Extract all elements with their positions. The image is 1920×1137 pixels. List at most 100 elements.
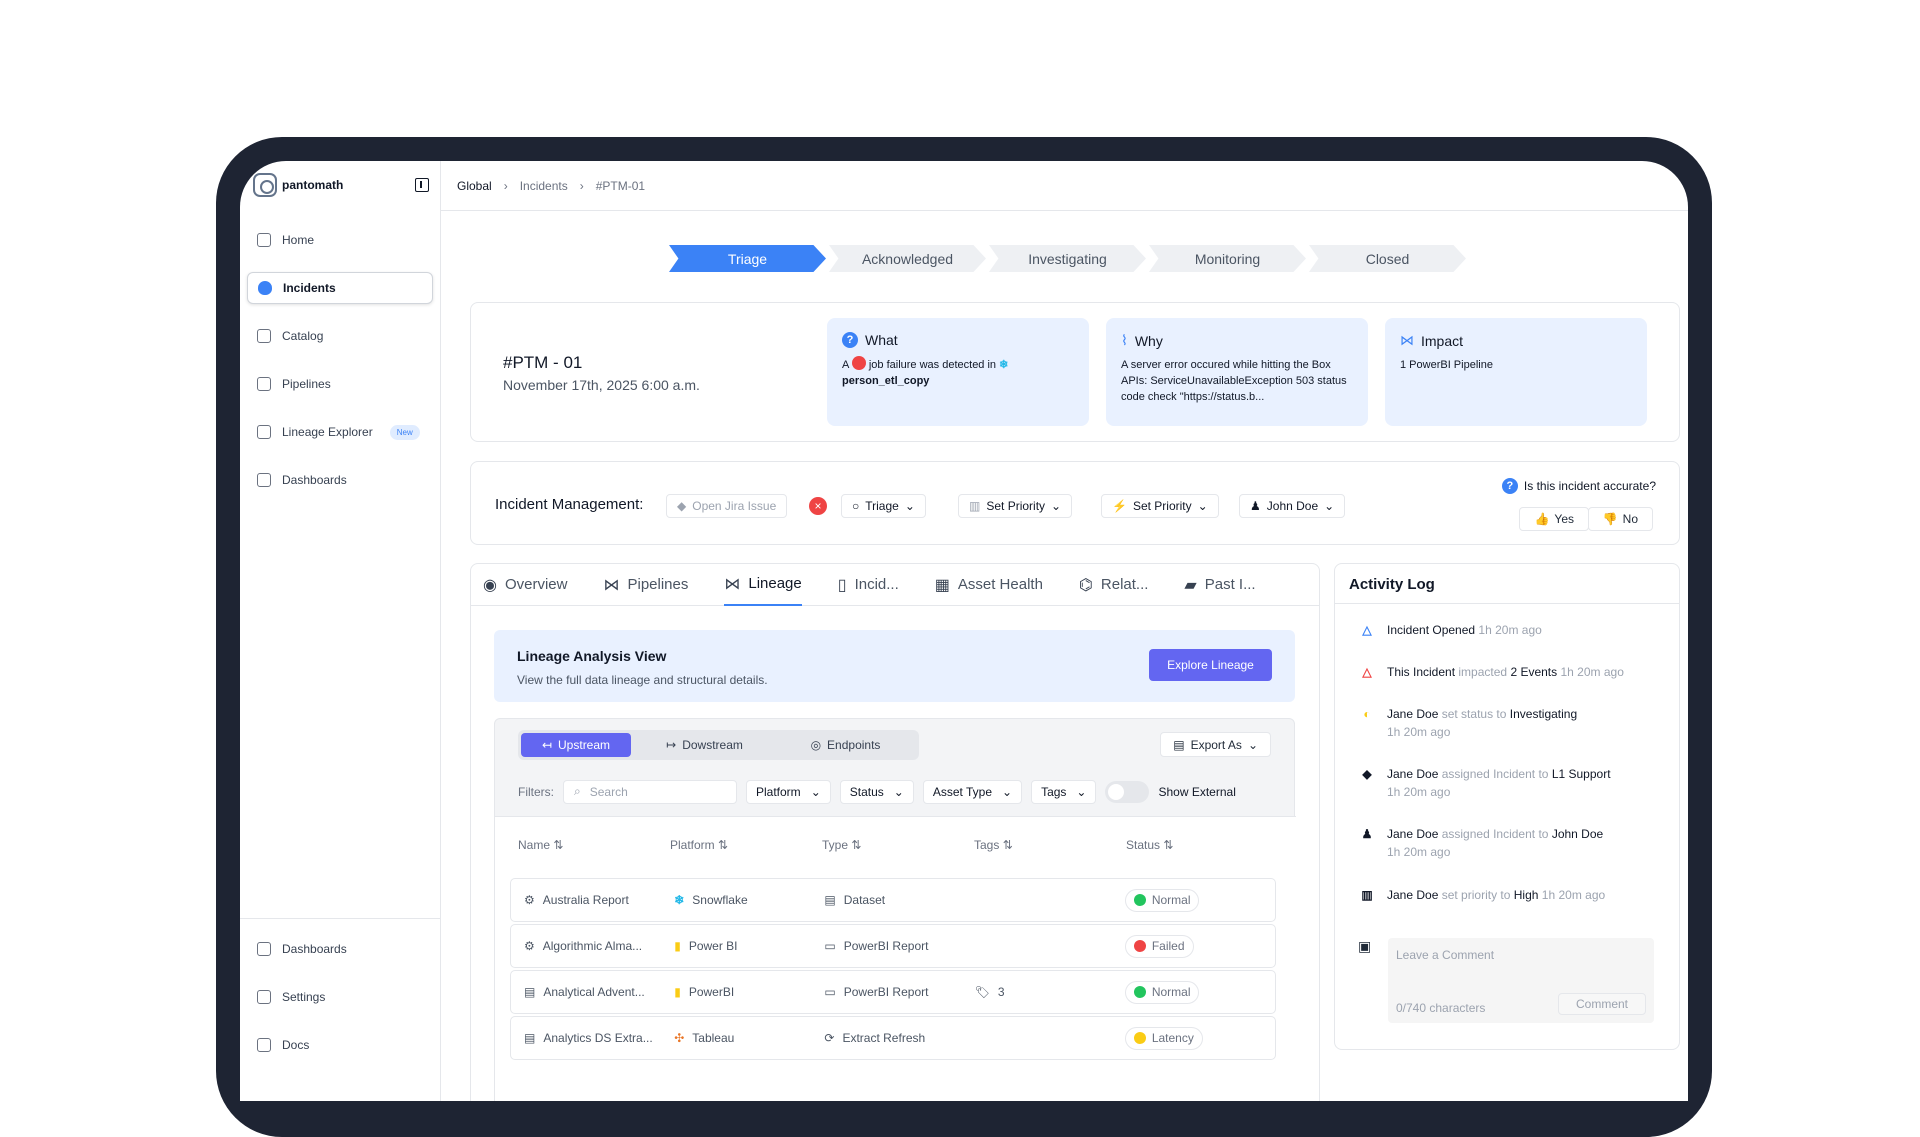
priority-dropdown[interactable]: ▥ Set Priority ⌄ [958,494,1073,518]
segment-label: Upstream [558,738,611,752]
sidebar-item-dashboards-secondary[interactable]: Dashboards [247,933,434,965]
collapse-sidebar-icon[interactable] [415,178,429,192]
sidebar-item-pipelines[interactable]: Pipelines [247,368,433,400]
explore-lineage-button[interactable]: Explore Lineage [1149,649,1272,681]
impact-title: Impact [1421,332,1464,349]
sidebar-item-settings[interactable]: Settings [247,981,434,1013]
table-row[interactable]: ▤ Analytical Advent... ▮ PowerBI ▭ PowerBI … [510,970,1276,1014]
platform-cell: ▮ Power BI [674,939,824,953]
column-label: Status [1126,838,1161,852]
share-icon: ⋈ [1400,332,1414,348]
sort-icon: ⇅ [553,838,564,852]
tab-asset-health[interactable]: ▦ Asset Health [935,564,1043,606]
comment-button[interactable]: Comment [1558,993,1646,1015]
status-filter[interactable]: Status ⌄ [839,779,914,804]
sidebar-item-lineage-explorer[interactable]: Lineage Explorer New [247,416,433,448]
sidebar-item-catalog[interactable]: Catalog [247,320,433,352]
activity-item: △ This Incident impacted 2 Events 1h 20m … [1358,663,1658,681]
activity-action: assigned Incident to [1441,827,1549,841]
tab-label: Pipelines [627,576,689,593]
stage-investigating[interactable]: Investigating [989,245,1146,272]
type-cell: ▤ Dataset [824,893,974,907]
column-label: Tags [974,838,1000,852]
breadcrumb-incidents[interactable]: Incidents [520,179,568,193]
chevron-down-icon: ⌄ [904,499,915,513]
stage-monitoring[interactable]: Monitoring [1149,245,1306,272]
activity-time: 1h 20m ago [1541,888,1606,902]
show-external-label: Show External [1158,784,1236,799]
tab-incidents[interactable]: ▯ Incid... [838,564,899,606]
sidebar-item-label: Settings [282,990,326,1004]
status-cell: Normal [1124,888,1275,912]
accurate-yes-button[interactable]: 👍 Yes [1519,507,1589,531]
database-icon: ▤ [824,893,836,907]
breadcrumb-global[interactable]: Global [457,179,492,193]
chevron-down-icon: ⌄ [1247,737,1258,752]
name-cell: ⚙ Algorithmic Alma... [524,939,674,953]
document-icon [257,1038,271,1052]
tab-label: Incid... [854,576,899,593]
column-status[interactable]: Status ⇅ [1126,838,1278,852]
asset-name: Algorithmic Alma... [542,939,643,953]
sort-icon: ⇅ [1163,838,1174,852]
clear-jira-icon[interactable]: × [809,497,827,515]
asset-type-filter[interactable]: Asset Type ⌄ [922,779,1023,804]
filter-label: Asset Type [932,784,992,799]
sidebar-item-label: Docs [282,1038,310,1052]
segment-label: Endpoints [827,738,881,752]
asset-type: PowerBI Report [843,939,929,953]
sidebar-item-home[interactable]: Home [247,224,433,256]
arrow-right-icon: ↦ [666,738,677,752]
tags-filter[interactable]: Tags ⌄ [1031,779,1097,804]
status-label: Normal [1151,893,1191,907]
search-input[interactable]: ⌕ Search [563,779,737,804]
urgency-dropdown[interactable]: ⚡ Set Priority ⌄ [1101,494,1219,518]
activity-log: Activity Log △ Incident Opened 1h 20m ago… [1334,563,1680,1050]
what-asset[interactable]: person_etl_copy [842,375,929,387]
activity-target: 2 Events [1510,665,1558,679]
platform-filter[interactable]: Platform ⌄ [746,779,831,804]
sidebar-bottom-nav: Dashboards Settings Docs [240,918,441,1091]
column-type[interactable]: Type ⇅ [822,838,974,852]
column-name[interactable]: Name ⇅ [518,838,670,852]
accuracy-question: ? Is this incident accurate? [1501,478,1656,494]
sidebar-item-dashboards[interactable]: Dashboards [247,464,433,496]
column-tags[interactable]: Tags ⇅ [974,838,1126,852]
column-platform[interactable]: Platform ⇅ [670,838,822,852]
stage-triage[interactable]: Triage [669,245,826,272]
sidebar-item-label: Pipelines [282,377,331,391]
comment-box[interactable]: Leave a Comment 0/740 characters Comment [1388,938,1654,1023]
platform-name: Snowflake [692,893,748,907]
activity-action: set priority to [1441,888,1511,902]
upstream-segment[interactable]: ↤ Upstream [521,733,631,757]
endpoints-segment[interactable]: ◎ Endpoints [778,733,913,757]
tab-related[interactable]: ⌬ Relat... [1079,564,1149,606]
document-icon: ▯ [837,576,847,594]
incident-status-stepper: Triage Acknowledged Investigating Monito… [669,245,1469,272]
export-as-dropdown[interactable]: ▤ Export As ⌄ [1160,732,1271,757]
sidebar-item-incidents[interactable]: Incidents [247,272,433,304]
accurate-no-button[interactable]: 👎 No [1587,507,1653,531]
table-row[interactable]: ⚙ Australia Report ❄ Snowflake ▤ Dataset No… [510,878,1276,922]
stage-closed[interactable]: Closed [1309,245,1466,272]
tab-lineage[interactable]: ⋈ Lineage [724,564,802,606]
incident-summary: #PTM - 01 November 17th, 2025 6:00 a.m. … [470,302,1680,442]
open-jira-button[interactable]: ◆ Open Jira Issue [666,494,788,518]
type-cell: ⟳ Extract Refresh [824,1031,974,1045]
breadcrumb-current: #PTM-01 [595,178,646,193]
show-external-toggle[interactable] [1105,780,1150,803]
table-row[interactable]: ▤ Analytics DS Extra... ✣ Tableau ⟳ Extract… [510,1016,1276,1060]
platform-cell: ✣ Tableau [674,1031,824,1045]
downstream-segment[interactable]: ↦ Dowstream [637,733,772,757]
assignee-dropdown[interactable]: ♟ John Doe ⌄ [1239,494,1346,518]
sidebar-item-docs[interactable]: Docs [247,1029,434,1061]
tab-pipelines[interactable]: ⋈ Pipelines [603,564,688,606]
platform-name: Tableau [692,1031,735,1045]
table-row[interactable]: ⚙ Algorithmic Alma... ▮ Power BI ▭ PowerBI … [510,924,1276,968]
tab-past-incidents[interactable]: ▰ Past I... [1184,564,1255,606]
stage-acknowledged[interactable]: Acknowledged [829,245,986,272]
gear-icon: ⚙ [524,893,535,907]
platform-cell: ❄ Snowflake [674,893,824,907]
tab-overview[interactable]: ◉ Overview [483,564,567,606]
status-dropdown[interactable]: ○ Triage ⌄ [841,494,926,518]
